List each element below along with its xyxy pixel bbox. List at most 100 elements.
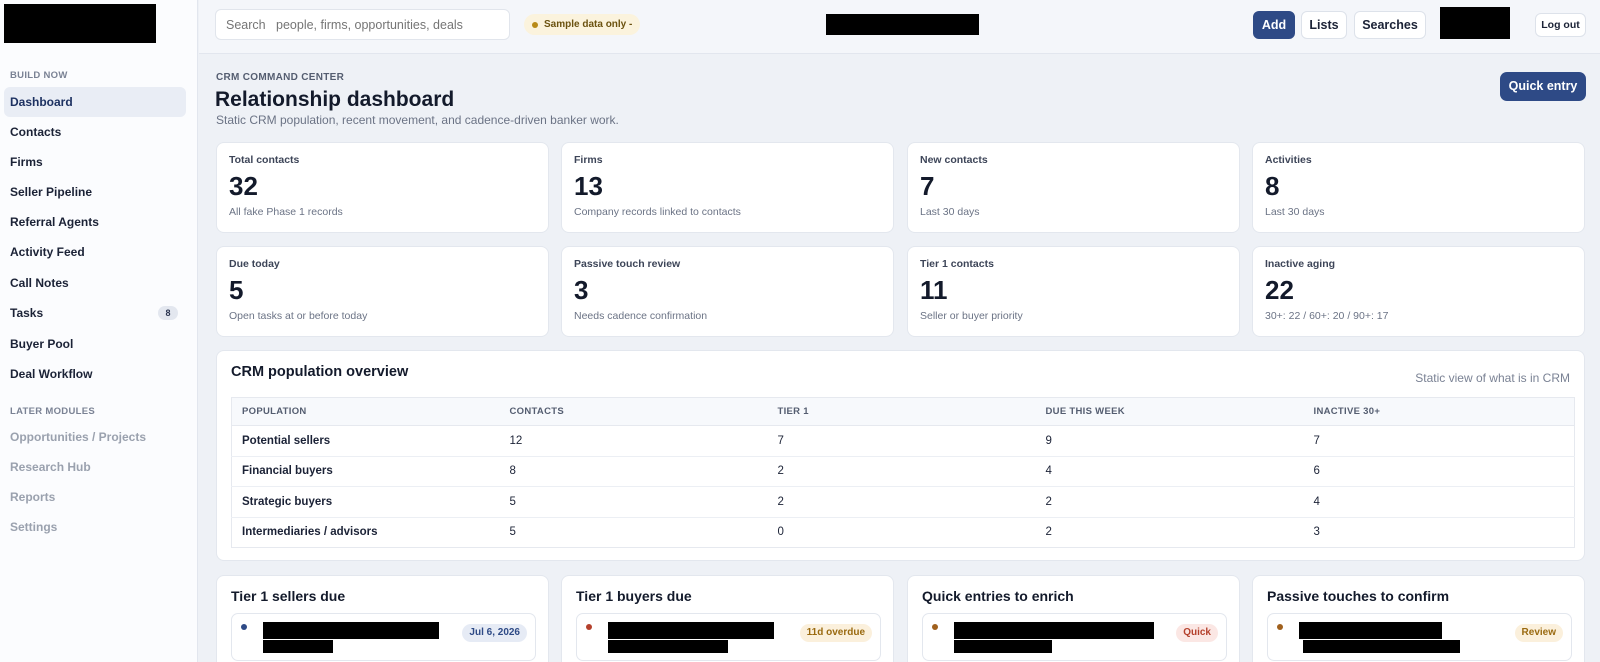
stat-value: 13	[574, 171, 603, 201]
stat-card-total-contacts[interactable]: Total contacts 32 All fake Phase 1 recor…	[216, 142, 549, 233]
table-cell: 0	[777, 526, 784, 539]
stat-card-tier1-contacts[interactable]: Tier 1 contacts 11 Seller or buyer prior…	[907, 246, 1240, 337]
list-item[interactable]: Quick	[922, 613, 1227, 661]
sidebar-item-call-notes[interactable]: Call Notes	[4, 268, 186, 298]
stat-card-inactive-aging[interactable]: Inactive aging 22 30+: 22 / 60+: 20 / 90…	[1252, 246, 1585, 337]
table-row[interactable]: Financial buyers 8 2 4 6	[231, 456, 1575, 487]
tasks-count-badge: 8	[158, 306, 178, 320]
searches-button[interactable]: Searches	[1354, 11, 1426, 39]
stat-value: 7	[920, 171, 935, 201]
sidebar-item-opportunities: Opportunities / Projects	[4, 422, 186, 452]
sidebar-item-activity-feed[interactable]: Activity Feed	[4, 237, 186, 267]
table-cell: 2	[767, 456, 1036, 487]
list-item[interactable]: 11d overdue	[576, 613, 881, 661]
stat-card-due-today[interactable]: Due today 5 Open tasks at or before toda…	[216, 246, 549, 337]
column-header-population[interactable]: POPULATION	[231, 397, 500, 426]
stat-label: Activities	[1265, 154, 1312, 166]
search-input[interactable]	[215, 9, 510, 40]
sidebar-item-seller-pipeline[interactable]: Seller Pipeline	[4, 177, 186, 207]
sidebar-item-label: Firms	[10, 155, 43, 169]
stat-card-activities[interactable]: Activities 8 Last 30 days	[1252, 142, 1585, 233]
stat-card-passive-touch-review[interactable]: Passive touch review 3 Needs cadence con…	[561, 246, 894, 337]
list-item[interactable]: Review	[1267, 613, 1572, 661]
stat-label: Firms	[574, 154, 603, 166]
sidebar-item-label: Contacts	[10, 125, 62, 139]
stat-value: 3	[574, 275, 589, 305]
stat-value: 5	[229, 275, 244, 305]
add-button[interactable]: Add	[1253, 11, 1295, 39]
sidebar-item-firms[interactable]: Firms	[4, 147, 186, 177]
stat-note: Open tasks at or before today	[229, 310, 368, 322]
table-row[interactable]: Intermediaries / advisors 5 0 2 3	[232, 517, 1575, 548]
redacted-text	[1303, 640, 1460, 653]
sidebar-item-buyer-pool[interactable]: Buyer Pool	[4, 329, 186, 359]
table-row[interactable]: Strategic buyers 5 2 2 4	[231, 486, 1575, 518]
sidebar-item-label: Referral Agents	[10, 215, 99, 229]
table-cell: 4	[1035, 456, 1304, 487]
card-title: Tier 1 buyers due	[576, 588, 692, 604]
sample-data-badge: Sample data only -	[524, 14, 641, 35]
quick-entry-button[interactable]: Quick entry	[1500, 72, 1586, 101]
sidebar-item-label: Research Hub	[10, 460, 91, 474]
status-dot-icon	[532, 22, 538, 28]
sidebar-item-deal-workflow[interactable]: Deal Workflow	[4, 359, 186, 389]
logout-button[interactable]: Log out	[1535, 13, 1586, 37]
sidebar-item-contacts[interactable]: Contacts	[4, 117, 186, 147]
sidebar-item-tasks[interactable]: Tasks 8	[4, 298, 186, 328]
page-title: Relationship dashboard	[215, 88, 455, 111]
column-header-inactive-30[interactable]: INACTIVE 30+	[1303, 397, 1575, 426]
table-cell: 6	[1303, 456, 1575, 487]
overdue-badge: 11d overdue	[799, 624, 872, 642]
sidebar-item-label: Seller Pipeline	[10, 185, 93, 199]
stat-note: Company records linked to contacts	[574, 206, 741, 218]
sidebar-item-label: Deal Workflow	[10, 367, 93, 381]
quick-badge: Quick	[1176, 624, 1218, 642]
table-cell: 2	[1045, 526, 1052, 539]
population-table: POPULATION CONTACTS TIER 1 DUE THIS WEEK…	[231, 397, 1575, 548]
table-cell: 7	[1303, 425, 1575, 457]
column-header-contacts[interactable]: CONTACTS	[499, 397, 768, 426]
bullet-icon	[932, 624, 938, 630]
stat-label: Total contacts	[229, 154, 300, 166]
redacted-text	[954, 640, 1052, 653]
stat-note: All fake Phase 1 records	[229, 206, 343, 218]
due-date-badge: Jul 6, 2026	[462, 624, 527, 642]
sidebar-item-dashboard[interactable]: Dashboard	[4, 87, 186, 117]
stat-card-firms[interactable]: Firms 13 Company records linked to conta…	[561, 142, 894, 233]
sidebar-item-label: Activity Feed	[10, 245, 85, 259]
sidebar-item-reports: Reports	[4, 482, 186, 512]
stat-note: Last 30 days	[920, 206, 980, 218]
stat-label: New contacts	[920, 154, 988, 166]
population-overview-panel: CRM population overview Static view of w…	[216, 350, 1585, 561]
table-cell: 3	[1313, 526, 1320, 539]
table-cell: 5	[499, 486, 768, 518]
section-label-later-modules: LATER MODULES	[10, 406, 95, 417]
stat-card-new-contacts[interactable]: New contacts 7 Last 30 days	[907, 142, 1240, 233]
column-header-due-this-week[interactable]: DUE THIS WEEK	[1035, 397, 1304, 426]
table-cell: Potential sellers	[231, 425, 500, 457]
card-tier1-sellers-due: Tier 1 sellers due Jul 6, 2026	[216, 575, 549, 662]
table-cell: 12	[499, 425, 768, 457]
bullet-icon	[241, 624, 247, 630]
sidebar-item-referral-agents[interactable]: Referral Agents	[4, 207, 186, 237]
redacted-text	[1299, 622, 1442, 639]
stat-note: 30+: 22 / 60+: 20 / 90+: 17	[1265, 310, 1389, 322]
lists-button[interactable]: Lists	[1301, 11, 1347, 39]
table-cell: 2	[1035, 486, 1304, 518]
stat-label: Passive touch review	[574, 258, 681, 270]
stat-label: Tier 1 contacts	[920, 258, 994, 270]
user-avatar-redacted[interactable]	[1440, 7, 1510, 39]
column-header-tier1[interactable]: TIER 1	[767, 397, 1036, 426]
card-quick-entries-to-enrich: Quick entries to enrich Quick	[907, 575, 1240, 662]
table-cell: 8	[499, 456, 768, 487]
redacted-text	[608, 640, 728, 653]
card-title: Passive touches to confirm	[1267, 588, 1450, 604]
table-row[interactable]: Potential sellers 12 7 9 7	[231, 425, 1575, 457]
table-cell: Financial buyers	[231, 456, 500, 487]
table-cell: 2	[767, 486, 1036, 518]
sidebar-item-research-hub: Research Hub	[4, 452, 186, 482]
list-item[interactable]: Jul 6, 2026	[231, 613, 536, 661]
sidebar-item-label: Reports	[10, 490, 56, 504]
stat-note: Last 30 days	[1265, 206, 1325, 218]
table-cell: 5	[509, 526, 516, 539]
